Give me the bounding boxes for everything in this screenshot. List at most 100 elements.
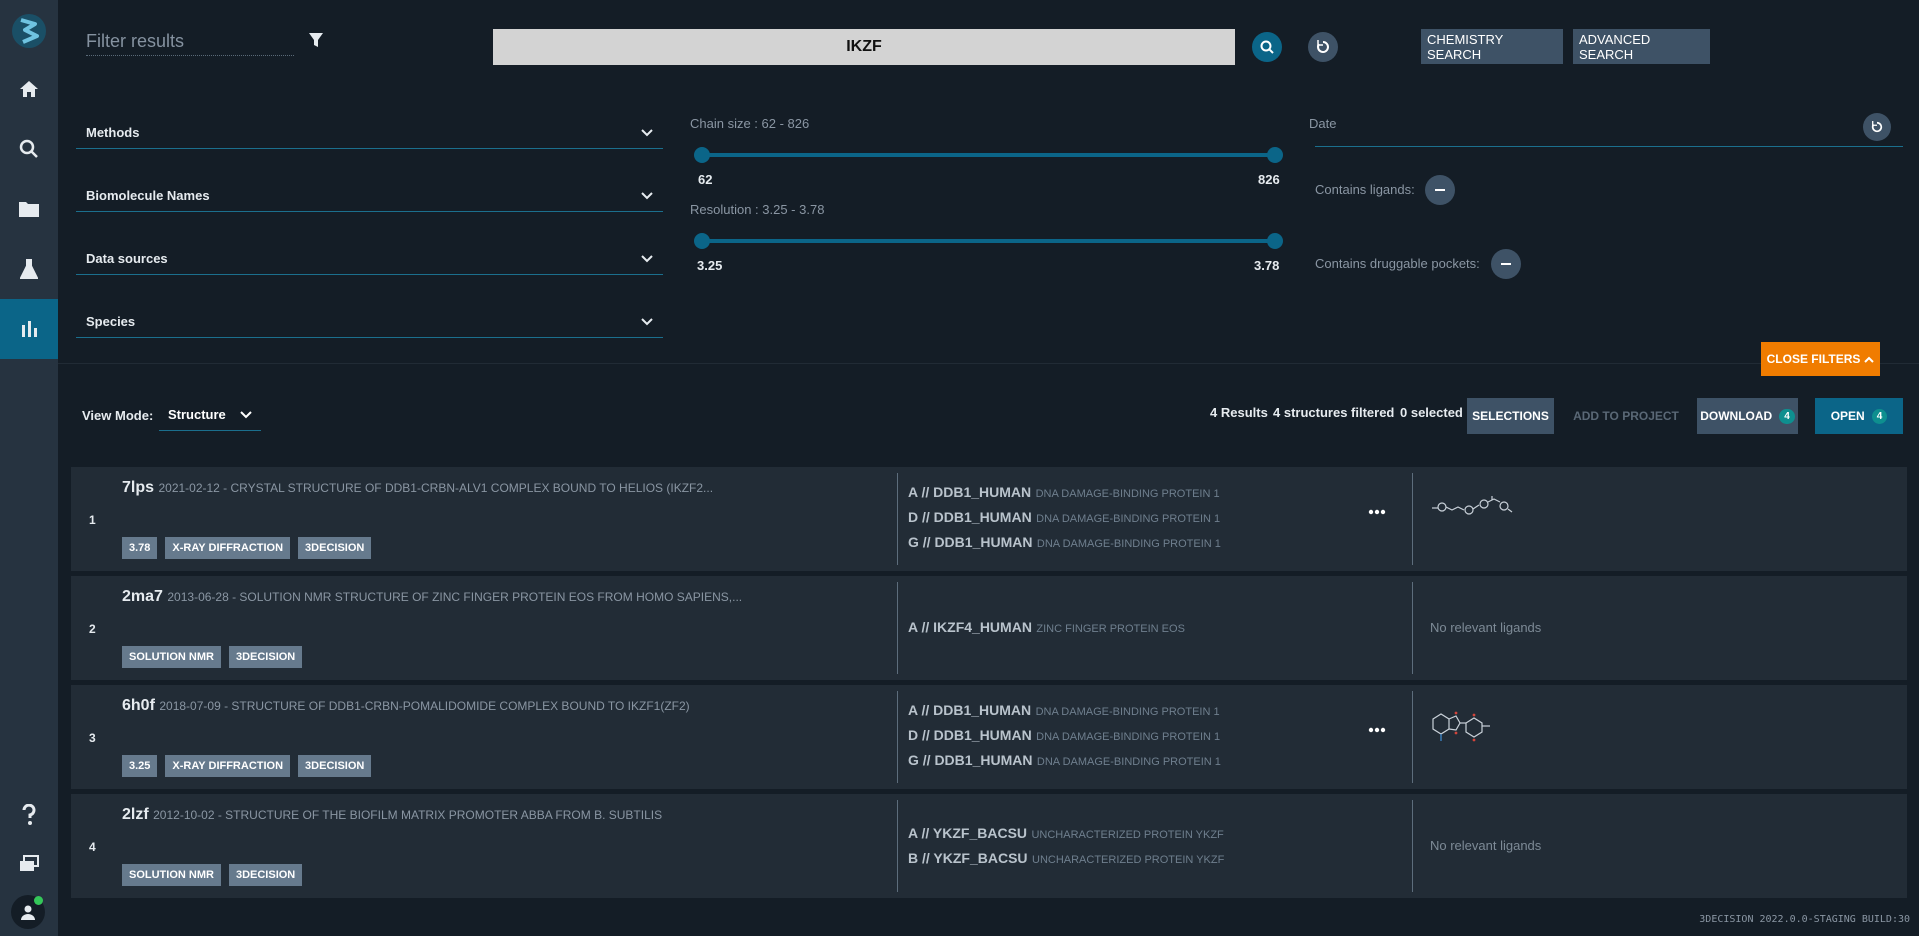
sidebar-item-workspace[interactable] — [0, 834, 58, 894]
result-description: 2021-02-12 - CRYSTAL STRUCTURE OF DDB1-C… — [158, 481, 714, 495]
chain-size-label: Chain size : 62 - 826 — [690, 116, 810, 131]
methods-dropdown[interactable]: Methods — [76, 117, 663, 149]
chevron-up-icon — [1864, 356, 1875, 363]
user-icon — [21, 905, 35, 920]
divider — [58, 363, 1919, 364]
more-icon[interactable] — [1368, 509, 1386, 515]
chevron-down-icon — [641, 317, 653, 325]
result-title[interactable]: 2lzf 2012-10-02 - STRUCTURE OF THE BIOFI… — [122, 806, 902, 824]
chemistry-search-button[interactable]: CHEMISTRY SEARCH — [1421, 29, 1563, 64]
build-version: 3DECISION 2022.0.0-STAGING BUILD:30 — [1699, 914, 1910, 925]
avatar[interactable] — [11, 895, 45, 929]
open-button[interactable]: OPEN 4 — [1815, 398, 1903, 434]
result-row[interactable]: 2 2ma7 2013-06-28 - SOLUTION NMR STRUCTU… — [71, 576, 1907, 680]
ligand-structure-icon[interactable] — [1430, 492, 1520, 522]
species-dropdown[interactable]: Species — [76, 306, 663, 338]
resolution-max-handle[interactable] — [1267, 233, 1283, 249]
chain-list: A // DDB1_HUMAN DNA DAMAGE-BINDING PROTE… — [908, 698, 1248, 773]
refresh-icon — [1871, 121, 1883, 133]
close-filters-button[interactable]: CLOSE FILTERS — [1761, 342, 1880, 376]
reset-search-button[interactable] — [1308, 32, 1338, 62]
chain-name: DNA DAMAGE-BINDING PROTEIN 1 — [1036, 538, 1221, 550]
add-to-project-button[interactable]: ADD TO PROJECT — [1570, 398, 1682, 434]
search-icon — [19, 139, 38, 158]
dropdown-label: Biomolecule Names — [86, 188, 210, 203]
chevron-down-icon — [240, 410, 252, 418]
chain-size-min-handle[interactable] — [694, 147, 710, 163]
date-reset-button[interactable] — [1863, 113, 1891, 141]
sidebar-item-home[interactable] — [0, 59, 58, 119]
column-divider — [1412, 473, 1413, 565]
chain-name: UNCHARACTERIZED PROTEIN YKZF — [1032, 854, 1225, 866]
search-query-input[interactable]: IKZF — [493, 29, 1235, 65]
chain-item: D // DDB1_HUMAN DNA DAMAGE-BINDING PROTE… — [908, 723, 1248, 748]
date-filter-field[interactable] — [1315, 146, 1903, 147]
chain-size-min-value: 62 — [698, 172, 713, 187]
column-divider — [1412, 800, 1413, 892]
more-icon[interactable] — [1368, 727, 1386, 733]
advanced-search-button[interactable]: ADVANCED SEARCH — [1573, 29, 1710, 64]
logo-icon[interactable] — [11, 10, 47, 52]
download-button[interactable]: DOWNLOAD 4 — [1697, 398, 1798, 434]
chain-size-slider-track[interactable] — [701, 153, 1275, 157]
result-row[interactable]: 1 7lps 2021-02-12 - CRYSTAL STRUCTURE OF… — [71, 467, 1907, 571]
chain-item: G // DDB1_HUMAN DNA DAMAGE-BINDING PROTE… — [908, 530, 1248, 555]
resolution-tag: 3.25 — [122, 755, 158, 777]
result-row[interactable]: 3 6h0f 2018-07-09 - STRUCTURE OF DDB1-CR… — [71, 685, 1907, 789]
column-divider — [897, 582, 898, 674]
flask-icon — [20, 259, 38, 279]
contains-ligands-toggle[interactable] — [1425, 175, 1455, 205]
pdb-id: 2lzf — [122, 806, 149, 823]
source-tag: 3DECISION — [228, 646, 303, 668]
sidebar-item-analytics[interactable] — [0, 299, 58, 359]
chain-name: ZINC FINGER PROTEIN EOS — [1036, 623, 1185, 635]
view-mode-select[interactable]: Structure — [159, 399, 261, 431]
help-icon — [22, 804, 36, 825]
pdb-id: 7lps — [122, 479, 155, 496]
view-mode-value: Structure — [168, 407, 226, 422]
chain-id: A // IKZF4_HUMAN — [908, 619, 1032, 635]
results-count: 4 Results — [1210, 405, 1268, 420]
add-to-project-label: ADD TO PROJECT — [1573, 409, 1679, 423]
layers-icon — [20, 855, 39, 871]
result-title[interactable]: 2ma7 2013-06-28 - SOLUTION NMR STRUCTURE… — [122, 588, 902, 606]
sidebar-item-projects[interactable] — [0, 179, 58, 239]
open-count-badge: 4 — [1871, 408, 1888, 424]
ligand-structure-icon[interactable] — [1430, 707, 1520, 751]
sidebar-item-search[interactable] — [0, 119, 58, 179]
bar-chart-icon — [22, 321, 37, 337]
chain-size-max-handle[interactable] — [1267, 147, 1283, 163]
dropdown-label: Species — [86, 314, 136, 329]
resolution-min-handle[interactable] — [694, 233, 710, 249]
data-sources-dropdown[interactable]: Data sources — [76, 243, 663, 275]
chain-id: G // DDB1_HUMAN — [908, 752, 1033, 768]
contains-pockets-toggle[interactable] — [1491, 249, 1521, 279]
sidebar-item-chemistry[interactable] — [0, 239, 58, 299]
result-title[interactable]: 6h0f 2018-07-09 - STRUCTURE OF DDB1-CRBN… — [122, 697, 902, 715]
selections-button[interactable]: SELECTIONS — [1467, 398, 1554, 434]
chain-name: UNCHARACTERIZED PROTEIN YKZF — [1031, 829, 1224, 841]
column-divider — [897, 691, 898, 783]
biomolecule-names-dropdown[interactable]: Biomolecule Names — [76, 180, 663, 212]
filter-results-input[interactable] — [86, 28, 294, 56]
result-row[interactable]: 4 2lzf 2012-10-02 - STRUCTURE OF THE BIO… — [71, 794, 1907, 898]
close-filters-label: CLOSE FILTERS — [1766, 352, 1861, 366]
method-tag: SOLUTION NMR — [122, 646, 221, 668]
chain-name: DNA DAMAGE-BINDING PROTEIN 1 — [1035, 488, 1220, 500]
result-tags: 3.25 X-RAY DIFFRACTION 3DECISION — [122, 755, 372, 777]
open-label: OPEN — [1830, 409, 1865, 423]
date-filter-label: Date — [1309, 116, 1337, 131]
chain-list: A // IKZF4_HUMAN ZINC FINGER PROTEIN EOS — [908, 615, 1248, 640]
column-divider — [1412, 582, 1413, 674]
filter-icon[interactable] — [309, 33, 323, 48]
search-button[interactable] — [1252, 32, 1282, 62]
filtered-count: 4 structures filtered — [1273, 405, 1395, 420]
chain-item: G // DDB1_HUMAN DNA DAMAGE-BINDING PROTE… — [908, 748, 1248, 773]
source-tag: 3DECISION — [228, 864, 303, 886]
result-title[interactable]: 7lps 2021-02-12 - CRYSTAL STRUCTURE OF D… — [122, 479, 902, 497]
resolution-max-value: 3.78 — [1254, 258, 1280, 273]
method-tag: X-RAY DIFFRACTION — [165, 537, 291, 559]
resolution-tag: 3.78 — [122, 537, 158, 559]
chevron-down-icon — [641, 191, 653, 199]
resolution-slider-track[interactable] — [701, 239, 1275, 243]
